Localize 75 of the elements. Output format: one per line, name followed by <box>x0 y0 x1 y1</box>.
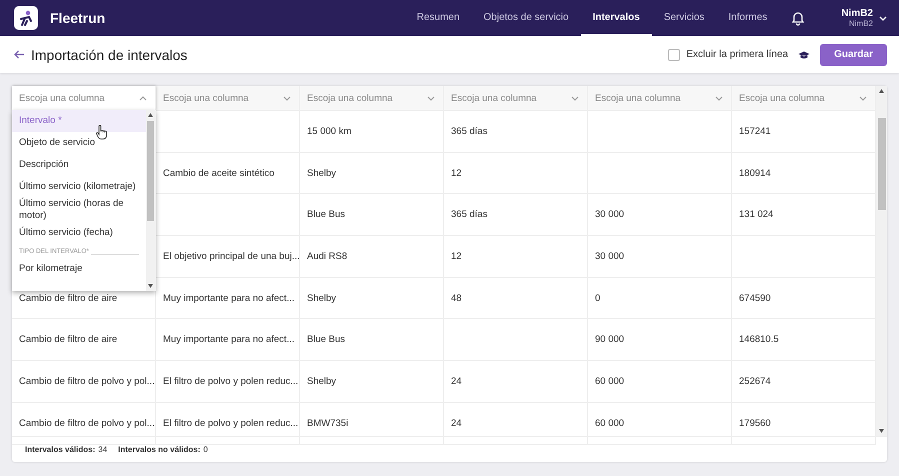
graduation-cap-icon[interactable] <box>798 50 810 58</box>
table-cell: 131 024 <box>739 209 774 220</box>
scrollbar-thumb[interactable] <box>878 118 886 210</box>
table-cell: 180914 <box>739 168 771 179</box>
scrollbar[interactable] <box>876 86 887 436</box>
chevron-down-icon[interactable] <box>879 16 887 20</box>
table-cell: El filtro de polvo y polen reduc... <box>163 418 298 429</box>
chevron-icon[interactable] <box>715 96 723 100</box>
scrollbar-thumb[interactable] <box>147 121 154 221</box>
chevron-icon[interactable] <box>283 96 291 100</box>
scroll-up-icon[interactable] <box>879 89 884 93</box>
table-cell: Muy importante para no afect... <box>163 334 294 346</box>
checkbox[interactable] <box>668 48 680 60</box>
nav-tab[interactable]: Objetos de servicio <box>472 0 581 36</box>
nav-tab[interactable]: Servicios <box>652 0 716 36</box>
column-select[interactable]: Escoja una columna <box>12 86 156 110</box>
back-arrow-icon[interactable] <box>14 50 25 59</box>
table-cell: 24 <box>451 418 462 429</box>
scroll-down-icon[interactable] <box>879 429 884 433</box>
table-cell: El objetivo principal de una buj... <box>163 250 299 262</box>
table-cell: El filtro de polvo y polen reduc... <box>163 376 298 387</box>
scroll-down-icon[interactable] <box>148 284 154 288</box>
table-cell: 157241 <box>739 126 771 137</box>
app-logo-icon[interactable] <box>14 6 38 30</box>
table-cell: Cambio de filtro de polvo y pol... <box>19 418 155 429</box>
table-cell: Shelby <box>307 376 336 387</box>
footer-value: 0 <box>203 445 208 454</box>
table-cell: 365 días <box>451 126 488 137</box>
table-cell: 674590 <box>739 292 771 304</box>
account-name: NimB2 <box>848 19 873 28</box>
notification-bell-icon[interactable] <box>791 10 806 26</box>
table-cell: Blue Bus <box>307 209 346 220</box>
chevron-icon[interactable] <box>427 96 435 100</box>
scroll-up-icon[interactable] <box>148 113 154 117</box>
table-cell: Muy importante para no afect... <box>163 292 294 304</box>
table-cell: 60 000 <box>595 376 624 387</box>
save-button[interactable]: Guardar <box>820 44 887 66</box>
nav-tab[interactable]: Informes <box>716 0 780 36</box>
table-cell: 146810.5 <box>739 334 779 346</box>
checkbox-label[interactable]: Excluir la primera línea <box>686 49 788 60</box>
table-cell: 365 días <box>451 209 488 220</box>
table-cell: Shelby <box>307 168 336 179</box>
table-cell: 24 <box>451 376 462 387</box>
table-cell: 60 000 <box>595 418 624 429</box>
nav-tab[interactable]: Resumen <box>404 0 472 36</box>
table-cell: 179560 <box>739 418 771 429</box>
table-cell: 90 000 <box>595 334 624 346</box>
table-cell: 12 <box>451 168 462 179</box>
table-cell: 12 <box>451 250 462 262</box>
chevron-icon[interactable] <box>139 96 147 100</box>
chevron-icon[interactable] <box>571 96 579 100</box>
table-cell: Shelby <box>307 292 336 304</box>
footer-value: 34 <box>98 445 108 454</box>
table-cell: Cambio de filtro de aire <box>19 334 118 346</box>
table-cell: 30 000 <box>595 250 624 262</box>
table-cell: 48 <box>451 292 462 304</box>
table-cell: 252674 <box>739 376 771 387</box>
scrollbar[interactable] <box>146 110 156 291</box>
footer-label: Intervalos válidos: <box>25 445 96 454</box>
page-title: Importación de intervalos <box>31 46 188 62</box>
hand-cursor-icon <box>96 125 107 140</box>
chevron-icon[interactable] <box>859 96 867 100</box>
table-cell: 30 000 <box>595 209 624 220</box>
app-name: Fleetrun <box>50 10 106 26</box>
table-cell: BMW735i <box>307 418 348 429</box>
table-cell: Audi RS8 <box>307 250 348 262</box>
table-cell: Cambio de filtro de aire <box>19 292 118 304</box>
footer-label: Intervalos no válidos: <box>118 445 200 454</box>
user-name[interactable]: NimB2 <box>841 8 873 19</box>
dropdown-option[interactable]: Intervalo * <box>12 110 146 132</box>
table-cell: 15 000 km <box>307 126 352 137</box>
table-cell: Cambio de filtro de polvo y pol... <box>19 376 155 387</box>
table-cell: 0 <box>595 292 600 304</box>
table-cell: Cambio de aceite sintético <box>163 168 274 179</box>
table-cell: Blue Bus <box>307 334 346 346</box>
